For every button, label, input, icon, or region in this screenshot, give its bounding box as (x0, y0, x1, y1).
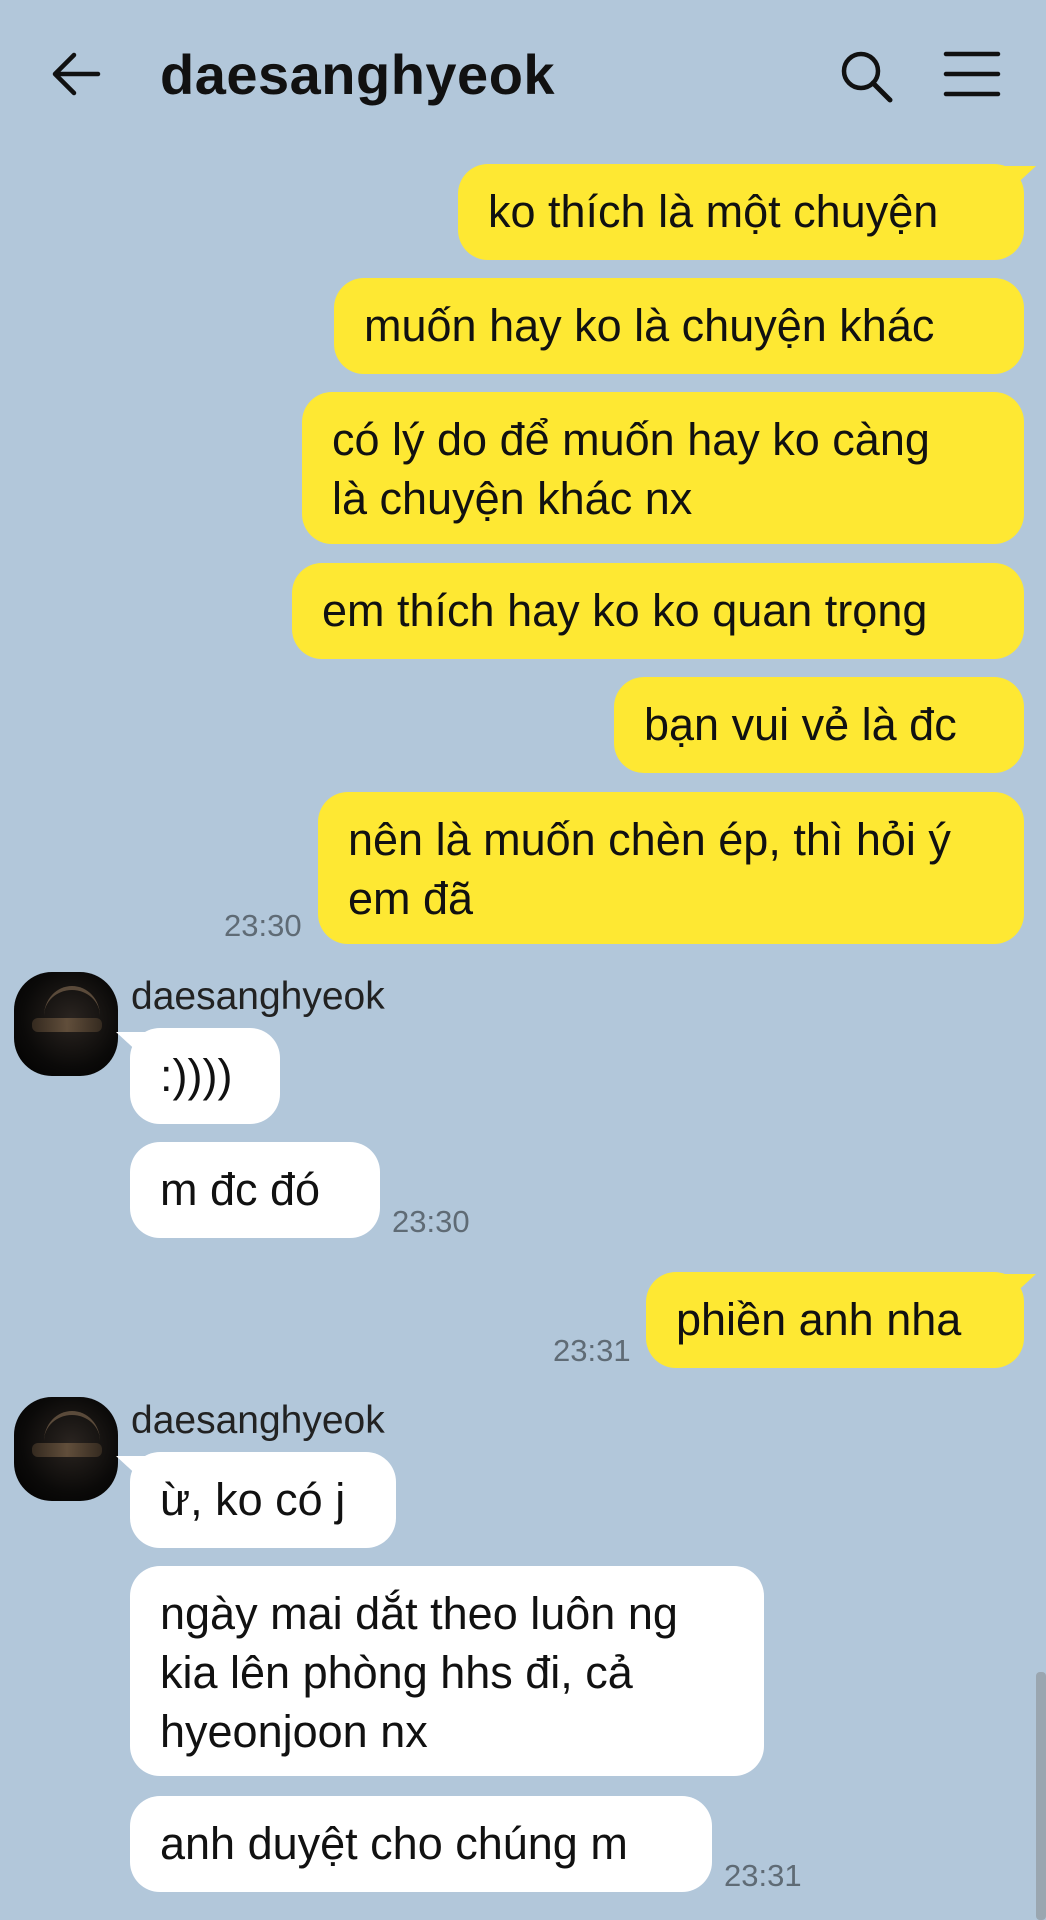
scrollbar[interactable] (1036, 1672, 1046, 1920)
message-text: m đc đó (160, 1164, 321, 1215)
message-bubble-incoming[interactable]: anh duyệt cho chúng m (130, 1796, 712, 1892)
message-bubble-incoming[interactable]: m đc đó (130, 1142, 380, 1238)
message-text: ừ, ko có j (160, 1474, 346, 1525)
message-text: anh duyệt cho chúng m (160, 1818, 628, 1869)
bubble-tail (116, 1456, 150, 1480)
message-text: em thích hay ko ko quan trọng (322, 585, 928, 636)
bubble-tail (1002, 166, 1036, 190)
bubble-tail (116, 1032, 150, 1056)
message-text: bạn vui vẻ là đc (644, 699, 957, 750)
message-text-line: em đã (348, 873, 474, 924)
message-bubble-outgoing[interactable]: phiền anh nha (646, 1272, 1024, 1368)
message-text: muốn hay ko là chuyện khác (364, 300, 935, 351)
message-bubble-incoming[interactable]: :)))) (130, 1028, 280, 1124)
message-text-line: là chuyện khác nx (332, 473, 693, 524)
message-bubble-incoming[interactable]: ừ, ko có j (130, 1452, 396, 1548)
message-text: phiền anh nha (676, 1294, 962, 1345)
message-bubble-outgoing[interactable]: nên là muốn chèn ép, thì hỏi ý em đã (318, 792, 1024, 944)
message-text-line: hyeonjoon nx (160, 1706, 428, 1757)
message-bubble-outgoing[interactable]: muốn hay ko là chuyện khác (334, 278, 1024, 374)
message-text-line: kia lên phòng hhs đi, cả (160, 1647, 633, 1698)
avatar[interactable] (14, 1397, 118, 1501)
message-timestamp: 23:31 (724, 1858, 802, 1893)
avatar[interactable] (14, 972, 118, 1076)
sender-name: daesanghyeok (131, 975, 385, 1018)
message-timestamp: 23:30 (392, 1204, 470, 1239)
chat-title: daesanghyeok (160, 43, 556, 106)
message-bubble-outgoing[interactable]: ko thích là một chuyện (458, 164, 1024, 260)
bubble-tail (1002, 1274, 1036, 1298)
message-text-line: nên là muốn chèn ép, thì hỏi ý (348, 814, 951, 865)
arrow-left-icon (52, 52, 101, 96)
message-bubble-incoming[interactable]: ngày mai dắt theo luôn ng kia lên phòng … (130, 1566, 764, 1776)
menu-button[interactable] (942, 48, 1002, 100)
search-button[interactable] (836, 46, 896, 106)
message-text: :)))) (160, 1050, 233, 1101)
message-bubble-outgoing[interactable]: có lý do để muốn hay ko càng là chuyện k… (302, 392, 1024, 544)
search-icon (841, 51, 893, 103)
sender-name: daesanghyeok (131, 1399, 385, 1442)
message-text: ko thích là một chuyện (488, 186, 939, 237)
message-timestamp: 23:31 (553, 1333, 631, 1368)
chat-header: daesanghyeok (0, 0, 1046, 150)
message-timestamp: 23:30 (224, 908, 302, 943)
message-bubble-outgoing[interactable]: em thích hay ko ko quan trọng (292, 563, 1024, 659)
message-bubble-outgoing[interactable]: bạn vui vẻ là đc (614, 677, 1024, 773)
hamburger-menu-icon (943, 51, 1001, 97)
back-button[interactable] (48, 46, 104, 102)
message-text-line: có lý do để muốn hay ko càng (332, 414, 930, 465)
message-text-line: ngày mai dắt theo luôn ng (160, 1588, 678, 1639)
